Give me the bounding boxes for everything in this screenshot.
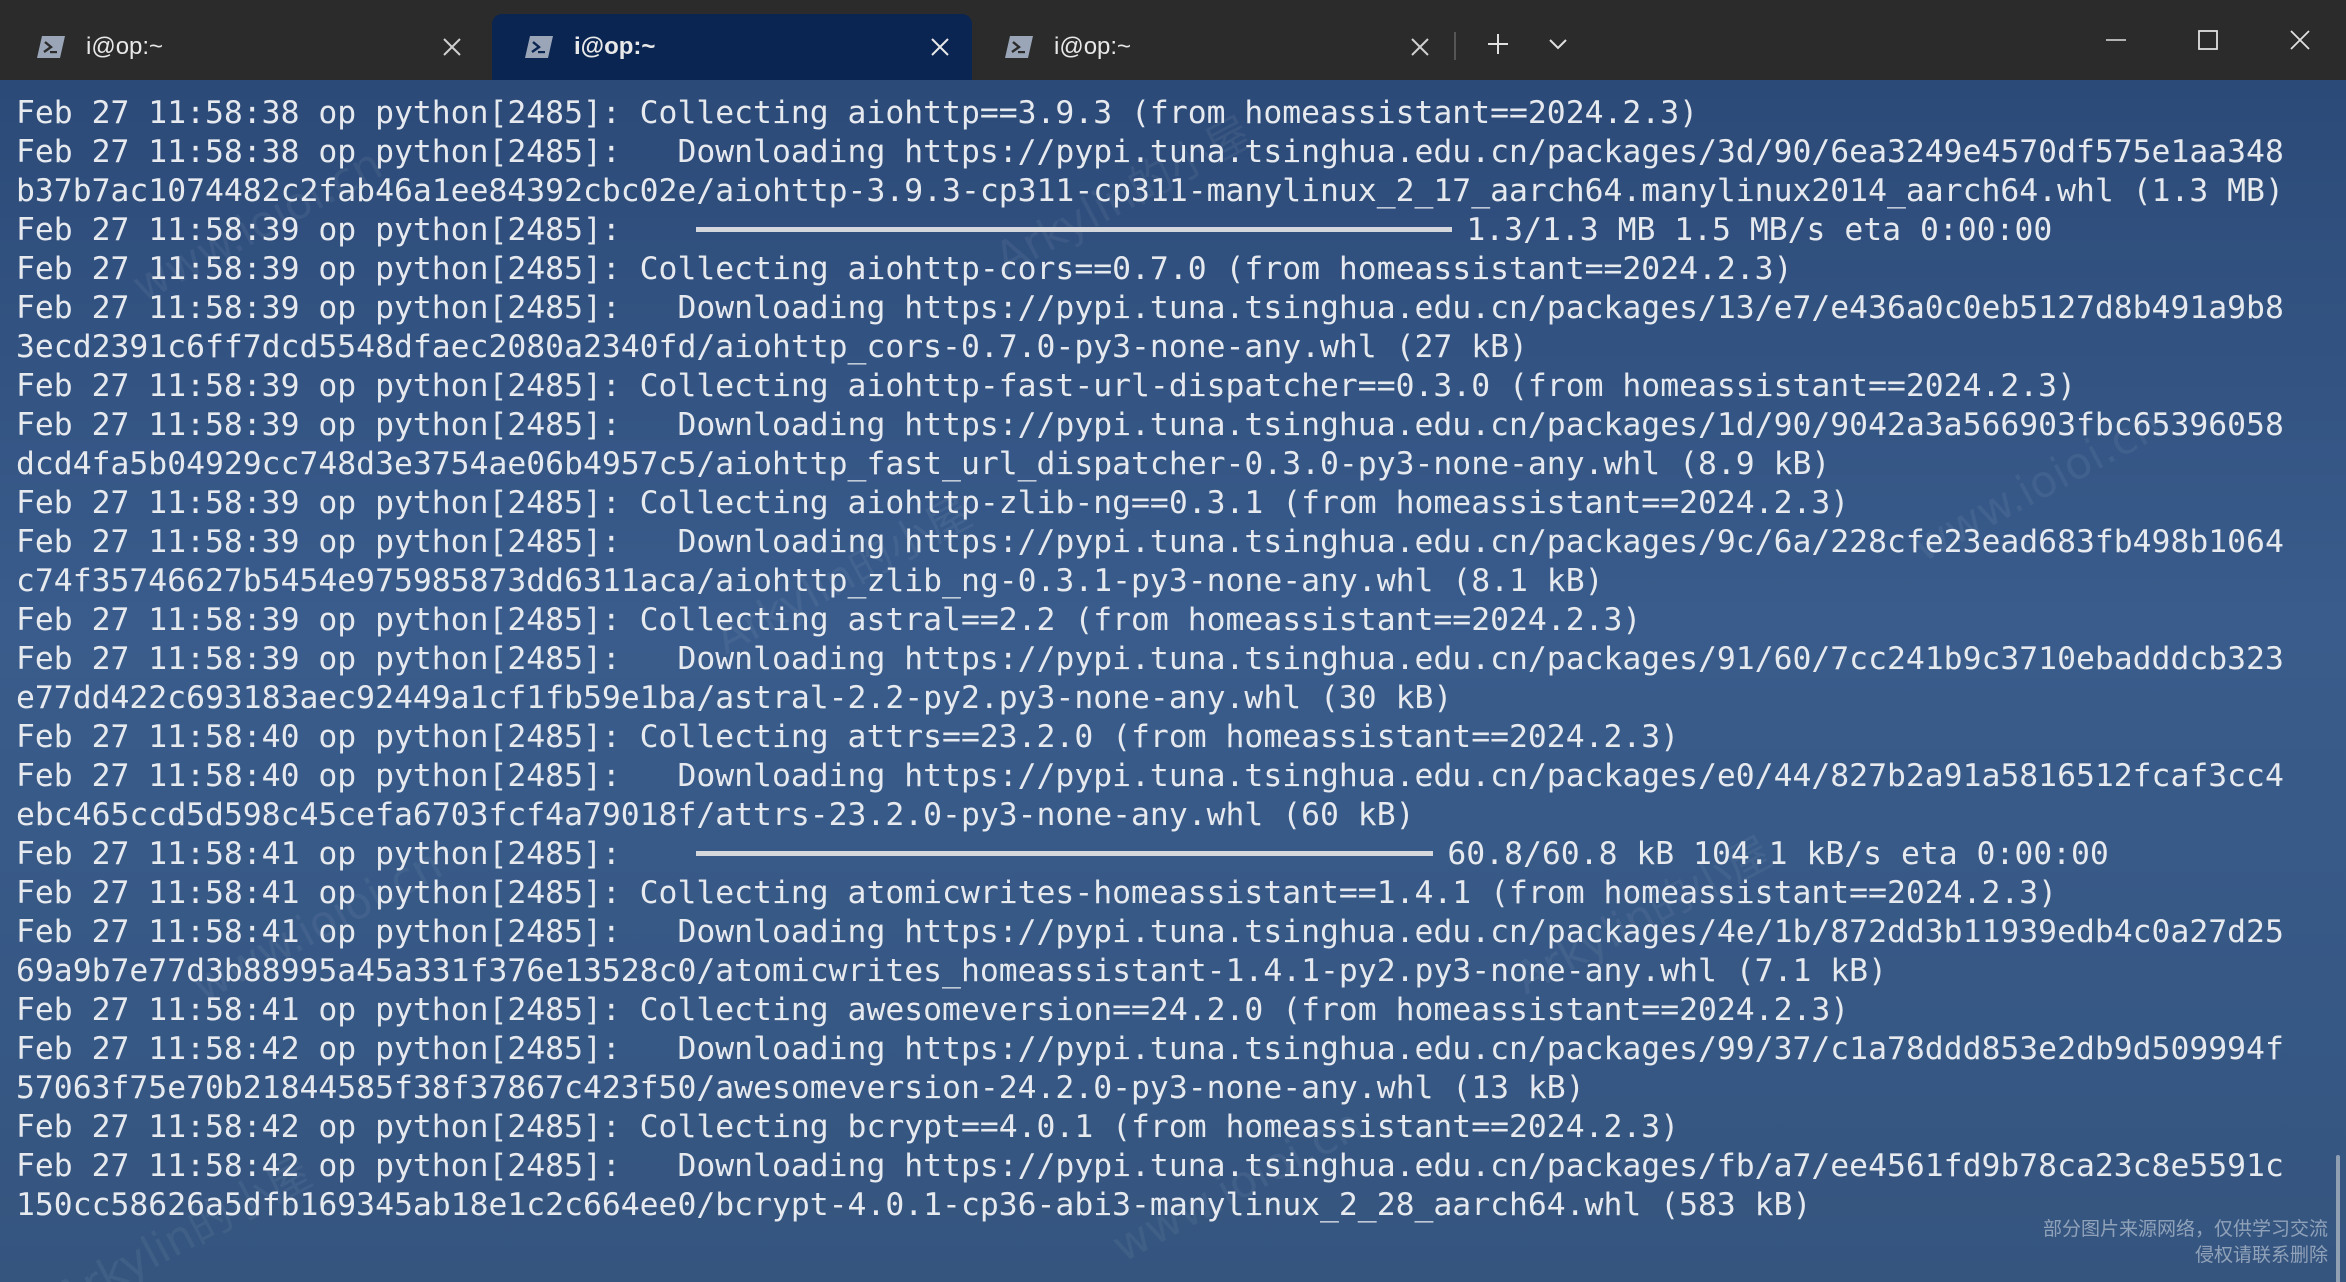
download-progress-status: 1.3/1.3 MB 1.5 MB/s eta 0:00:00 [1466, 212, 2053, 248]
terminal-line: b37b7ac1074482c2fab46a1ee84392cbc02e/aio… [16, 172, 2326, 211]
tab-1[interactable]: i@op:~ [4, 14, 484, 80]
tab-3[interactable]: i@op:~ [972, 14, 1452, 80]
terminal-lines: Feb 27 11:58:38 op python[2485]: Collect… [16, 94, 2326, 1225]
minimize-button[interactable] [2070, 0, 2162, 80]
terminal-line: Feb 27 11:58:40 op python[2485]: Downloa… [16, 757, 2326, 796]
terminal-output[interactable]: www.ioioi.cn Arkylin的小屋 www.ioioi.cn Ark… [0, 80, 2346, 1282]
close-tab-1-icon[interactable] [438, 33, 466, 61]
terminal-line-text: Feb 27 11:58:40 op python[2485]: Downloa… [16, 758, 2284, 794]
copyright-notice: 部分图片来源网络，仅供学习交流 侵权请联系删除 [2043, 1216, 2328, 1268]
terminal-line-text: ebc465ccd5d598c45cefa6703fcf4a79018f/att… [16, 797, 1415, 833]
scrollbar-thumb[interactable] [2336, 1155, 2340, 1282]
notice-line-1: 部分图片来源网络，仅供学习交流 [2042, 1218, 2328, 1240]
terminal-line: Feb 27 11:58:41 op python[2485]: Collect… [16, 874, 2326, 913]
download-progress-bar [696, 850, 1434, 856]
terminal-line: Feb 27 11:58:42 op python[2485]: Downloa… [16, 1147, 2326, 1186]
terminal-line: Feb 27 11:58:42 op python[2485]: Collect… [16, 1108, 2326, 1147]
close-window-button[interactable] [2254, 0, 2346, 80]
terminal-line-text: Feb 27 11:58:39 op python[2485]: Downloa… [16, 641, 2284, 677]
maximize-button[interactable] [2162, 0, 2254, 80]
terminal-line: Feb 27 11:58:39 op python[2485]: Downloa… [16, 523, 2326, 562]
terminal-line: Feb 27 11:58:40 op python[2485]: Collect… [16, 718, 2326, 757]
terminal-progress-line: Feb 27 11:58:39 op python[2485]: 1.3/1.3… [16, 211, 2326, 250]
terminal-line-text: 69a9b7e77d3b88995a45a331f376e13528c0/ato… [16, 953, 1887, 989]
terminal-line-text: Feb 27 11:58:39 op python[2485]: Downloa… [16, 407, 2284, 443]
terminal-line-text: Feb 27 11:58:39 op python[2485]: Collect… [16, 602, 1642, 638]
terminal-line: Feb 27 11:58:39 op python[2485]: Downloa… [16, 640, 2326, 679]
chevron-down-icon [1549, 39, 1567, 50]
tab-3-label: i@op:~ [1054, 33, 1132, 60]
terminal-line: Feb 27 11:58:39 op python[2485]: Collect… [16, 484, 2326, 523]
terminal-line: 69a9b7e77d3b88995a45a331f376e13528c0/ato… [16, 952, 2326, 991]
download-progress-bar [696, 226, 1453, 232]
terminal-line: Feb 27 11:58:42 op python[2485]: Downloa… [16, 1030, 2326, 1069]
terminal-line: Feb 27 11:58:38 op python[2485]: Downloa… [16, 133, 2326, 172]
terminal-line: ebc465ccd5d598c45cefa6703fcf4a79018f/att… [16, 796, 2326, 835]
plus-icon [1488, 34, 1508, 54]
terminal-line-text: 57063f75e70b21844585f38f37867c423f50/awe… [16, 1070, 1585, 1106]
terminal-line-text: Feb 27 11:58:42 op python[2485]: Downloa… [16, 1148, 2284, 1184]
terminal-line: 57063f75e70b21844585f38f37867c423f50/awe… [16, 1069, 2326, 1108]
tab-bar: i@op:~ i@op:~ i@op:~ [0, 0, 2346, 80]
terminal-line-text: Feb 27 11:58:41 op python[2485]: Collect… [16, 992, 1850, 1028]
close-tab-2-icon[interactable] [926, 33, 954, 61]
terminal-line-text: 150cc58626a5dfb169345ab18e1c2c664ee0/bcr… [16, 1187, 1812, 1223]
minimize-icon [2106, 39, 2126, 41]
terminal-line: Feb 27 11:58:39 op python[2485]: Downloa… [16, 289, 2326, 328]
terminal-line-text: c74f35746627b5454e975985873dd6311aca/aio… [16, 563, 1604, 599]
terminal-line: 3ecd2391c6ff7dcd5548dfaec2080a2340fd/aio… [16, 328, 2326, 367]
terminal-line-text: Feb 27 11:58:42 op python[2485]: Collect… [16, 1109, 1680, 1145]
terminal-line: Feb 27 11:58:39 op python[2485]: Collect… [16, 601, 2326, 640]
terminal-line-text: dcd4fa5b04929cc748d3e3754ae06b4957c5/aio… [16, 446, 1831, 482]
notice-line-2: 侵权请联系删除 [2194, 1244, 2328, 1266]
terminal-progress-line: Feb 27 11:58:41 op python[2485]: 60.8/60… [16, 835, 2326, 874]
terminal-line: Feb 27 11:58:41 op python[2485]: Collect… [16, 991, 2326, 1030]
maximize-icon [2198, 30, 2218, 50]
terminal-line: Feb 27 11:58:41 op python[2485]: Downloa… [16, 913, 2326, 952]
terminal-line-text: Feb 27 11:58:41 op python[2485]: Downloa… [16, 914, 2284, 950]
terminal-line: Feb 27 11:58:39 op python[2485]: Collect… [16, 250, 2326, 289]
powershell-icon [1004, 35, 1034, 59]
terminal-line-text: Feb 27 11:58:41 op python[2485]: [16, 836, 621, 872]
close-icon [2290, 30, 2310, 50]
new-tab-button[interactable] [1472, 22, 1524, 66]
terminal-line-text: Feb 27 11:58:42 op python[2485]: Downloa… [16, 1031, 2284, 1067]
terminal-line-text: 3ecd2391c6ff7dcd5548dfaec2080a2340fd/aio… [16, 329, 1528, 365]
terminal-line-text: Feb 27 11:58:40 op python[2485]: Collect… [16, 719, 1680, 755]
terminal-window: i@op:~ i@op:~ i@op:~ www.ioioi.cn Arkyli… [0, 0, 2346, 1282]
terminal-line-text: Feb 27 11:58:39 op python[2485]: Collect… [16, 485, 1850, 521]
terminal-line-text: Feb 27 11:58:39 op python[2485]: [16, 212, 621, 248]
download-progress-status: 60.8/60.8 kB 104.1 kB/s eta 0:00:00 [1447, 836, 2109, 872]
powershell-icon [524, 35, 554, 59]
tab-2-label: i@op:~ [574, 33, 656, 60]
terminal-line-text: Feb 27 11:58:39 op python[2485]: Downloa… [16, 524, 2284, 560]
terminal-line-text: Feb 27 11:58:38 op python[2485]: Downloa… [16, 134, 2284, 170]
terminal-line-text: Feb 27 11:58:41 op python[2485]: Collect… [16, 875, 2058, 911]
terminal-line-text: Feb 27 11:58:39 op python[2485]: Downloa… [16, 290, 2284, 326]
powershell-icon [36, 35, 66, 59]
terminal-line-text: e77dd422c693183aec92449a1cf1fb59e1ba/ast… [16, 680, 1453, 716]
terminal-line: c74f35746627b5454e975985873dd6311aca/aio… [16, 562, 2326, 601]
tab-separator [1454, 32, 1456, 60]
terminal-line-text: Feb 27 11:58:39 op python[2485]: Collect… [16, 368, 2076, 404]
terminal-line: 150cc58626a5dfb169345ab18e1c2c664ee0/bcr… [16, 1186, 2326, 1225]
terminal-line: Feb 27 11:58:38 op python[2485]: Collect… [16, 94, 2326, 133]
tab-1-label: i@op:~ [86, 33, 164, 60]
terminal-line-text: Feb 27 11:58:38 op python[2485]: Collect… [16, 95, 1698, 131]
tab-2[interactable]: i@op:~ [492, 14, 972, 80]
terminal-line-text: Feb 27 11:58:39 op python[2485]: Collect… [16, 251, 1793, 287]
terminal-line-text: b37b7ac1074482c2fab46a1ee84392cbc02e/aio… [16, 173, 2284, 209]
terminal-line: e77dd422c693183aec92449a1cf1fb59e1ba/ast… [16, 679, 2326, 718]
terminal-line: Feb 27 11:58:39 op python[2485]: Collect… [16, 367, 2326, 406]
terminal-line: Feb 27 11:58:39 op python[2485]: Downloa… [16, 406, 2326, 445]
close-tab-3-icon[interactable] [1406, 33, 1434, 61]
tab-dropdown-button[interactable] [1532, 22, 1584, 66]
terminal-line: dcd4fa5b04929cc748d3e3754ae06b4957c5/aio… [16, 445, 2326, 484]
